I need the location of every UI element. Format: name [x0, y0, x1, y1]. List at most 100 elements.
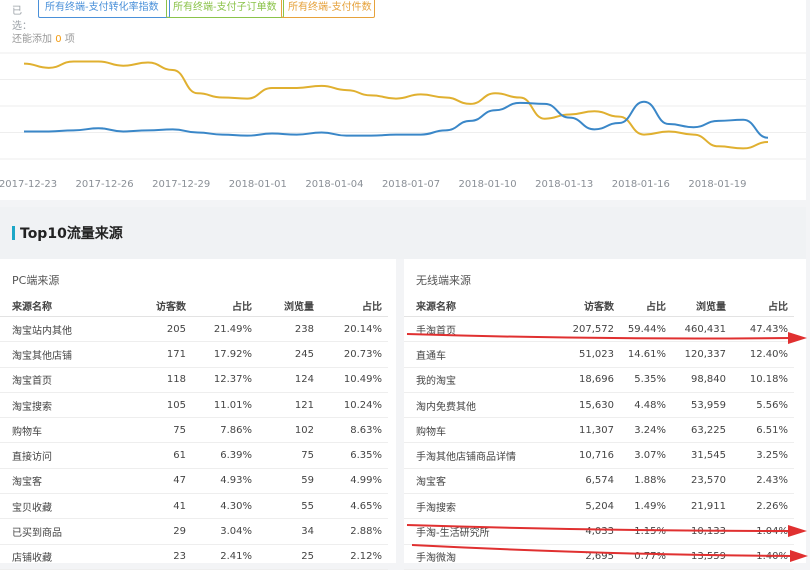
- x-tick-label: 2017-12-26: [76, 179, 134, 190]
- x-tick-label: 2018-01-07: [382, 179, 440, 190]
- table-row[interactable]: 店铺收藏 23 2.41% 25 2.12%: [0, 544, 388, 570]
- value-cell: 61: [130, 442, 192, 469]
- column-header[interactable]: 访客数: [556, 294, 620, 317]
- value-cell: 3.25%: [732, 442, 794, 469]
- column-header[interactable]: 访客数: [130, 294, 192, 317]
- column-header[interactable]: 占比: [192, 294, 258, 317]
- value-cell: 59: [258, 468, 320, 495]
- value-cell: 11.01%: [192, 392, 258, 419]
- value-cell: 41: [130, 493, 192, 520]
- trend-line-chart[interactable]: 2017-12-23 2017-12-26 2017-12-29 2018-01-01…: [0, 45, 806, 195]
- column-header[interactable]: 浏览量: [672, 294, 732, 317]
- section-header: Top10流量来源: [0, 207, 806, 259]
- value-cell: 2.12%: [320, 544, 388, 570]
- pc-panel-title: PC端来源: [12, 274, 60, 287]
- table-row[interactable]: 淘宝客 6,574 1.88% 23,570 2.43%: [404, 468, 794, 495]
- value-cell: 4.30%: [192, 493, 258, 520]
- column-header[interactable]: 来源名称: [0, 294, 130, 317]
- value-cell: 10.18%: [732, 367, 794, 393]
- value-cell: 11,307: [556, 417, 620, 444]
- column-header[interactable]: 占比: [320, 294, 388, 317]
- column-header[interactable]: 来源名称: [404, 294, 556, 317]
- column-header[interactable]: 占比: [620, 294, 672, 317]
- value-cell: 2.43%: [732, 468, 794, 495]
- table-row[interactable]: 购物车 11,307 3.24% 63,225 6.51%: [404, 417, 794, 444]
- table-header-row: 来源名称 访客数 占比 浏览量 占比: [0, 294, 388, 317]
- source-name-cell: 直接访问: [0, 442, 130, 469]
- chart-panel: 已选： 所有终端-支付转化率指数 所有终端-支付子订单数 所有终端-支付件数 还…: [0, 0, 806, 200]
- value-cell: 6,574: [556, 468, 620, 495]
- value-cell: 5,204: [556, 493, 620, 520]
- metric-tag-conversion[interactable]: 所有终端-支付转化率指数: [38, 0, 170, 18]
- column-header[interactable]: 浏览量: [258, 294, 320, 317]
- value-cell: 8.63%: [320, 417, 388, 444]
- table-row[interactable]: 淘宝搜索 105 11.01% 121 10.24%: [0, 392, 388, 419]
- x-tick-label: 2018-01-04: [305, 179, 363, 190]
- value-cell: 10,716: [556, 442, 620, 469]
- value-cell: 75: [258, 442, 320, 469]
- value-cell: 34: [258, 518, 320, 545]
- value-cell: 53,959: [672, 392, 732, 419]
- table-row[interactable]: 手淘其他店铺商品详情 10,716 3.07% 31,545 3.25%: [404, 442, 794, 469]
- hint-prefix: 还能添加: [12, 34, 52, 45]
- selected-label: 已选：: [12, 6, 32, 32]
- metric-tag-suborders[interactable]: 所有终端-支付子订单数: [166, 0, 284, 18]
- value-cell: 1.49%: [620, 493, 672, 520]
- pc-source-panel: PC端来源 来源名称 访客数 占比 浏览量 占比 淘宝站内其他 205 21.49% 238 2…: [0, 259, 396, 570]
- value-cell: 6.51%: [732, 417, 794, 444]
- value-cell: 6.39%: [192, 442, 258, 469]
- source-name-cell: 手淘搜索: [404, 493, 556, 520]
- red-arrow-annotation: [406, 524, 807, 537]
- table-row[interactable]: 已买到商品 29 3.04% 34 2.88%: [0, 518, 388, 545]
- x-tick-label: 2018-01-16: [612, 179, 670, 190]
- red-arrow-annotation: [406, 332, 807, 344]
- value-cell: 171: [130, 341, 192, 368]
- value-cell: 2.26%: [732, 493, 794, 520]
- x-tick-label: 2017-12-29: [152, 179, 210, 190]
- table-row[interactable]: 直接访问 61 6.39% 75 6.35%: [0, 442, 388, 469]
- value-cell: 3.07%: [620, 442, 672, 469]
- source-name-cell: 购物车: [0, 417, 130, 444]
- source-name-cell: 淘内免费其他: [404, 392, 556, 419]
- source-name-cell: 淘宝其他店铺: [0, 341, 130, 368]
- value-cell: 3.24%: [620, 417, 672, 444]
- table-row[interactable]: 淘宝其他店铺 171 17.92% 245 20.73%: [0, 341, 388, 368]
- value-cell: 6.35%: [320, 442, 388, 469]
- value-cell: 75: [130, 417, 192, 444]
- table-row[interactable]: 宝贝收藏 41 4.30% 55 4.65%: [0, 493, 388, 520]
- table-row[interactable]: 购物车 75 7.86% 102 8.63%: [0, 417, 388, 444]
- value-cell: 29: [130, 518, 192, 545]
- metric-tag-pieces[interactable]: 所有终端-支付件数: [281, 0, 375, 18]
- value-cell: 20.14%: [320, 316, 388, 343]
- source-name-cell: 购物车: [404, 417, 556, 444]
- value-cell: 23: [130, 544, 192, 570]
- source-name-cell: 我的淘宝: [404, 367, 556, 393]
- table-row[interactable]: 手淘搜索 5,204 1.49% 21,911 2.26%: [404, 493, 794, 520]
- value-cell: 20.73%: [320, 341, 388, 368]
- source-name-cell: 淘宝首页: [0, 367, 130, 393]
- source-name-cell: 淘宝搜索: [0, 392, 130, 419]
- value-cell: 4.48%: [620, 392, 672, 419]
- value-cell: 4.93%: [192, 468, 258, 495]
- value-cell: 124: [258, 367, 320, 393]
- value-cell: 205: [130, 316, 192, 343]
- hint-count: 0: [55, 34, 62, 45]
- value-cell: 7.86%: [192, 417, 258, 444]
- table-row[interactable]: 我的淘宝 18,696 5.35% 98,840 10.18%: [404, 367, 794, 393]
- value-cell: 238: [258, 316, 320, 343]
- value-cell: 121: [258, 392, 320, 419]
- table-row[interactable]: 淘内免费其他 15,630 4.48% 53,959 5.56%: [404, 392, 794, 419]
- table-row[interactable]: 淘宝站内其他 205 21.49% 238 20.14%: [0, 316, 388, 343]
- value-cell: 21,911: [672, 493, 732, 520]
- value-cell: 15,630: [556, 392, 620, 419]
- column-header[interactable]: 占比: [732, 294, 794, 317]
- table-row[interactable]: 淘宝首页 118 12.37% 124 10.49%: [0, 367, 388, 393]
- source-name-cell: 淘宝站内其他: [0, 316, 130, 343]
- table-row[interactable]: 淘宝客 47 4.93% 59 4.99%: [0, 468, 388, 495]
- value-cell: 4.65%: [320, 493, 388, 520]
- value-cell: 12.37%: [192, 367, 258, 393]
- source-name-cell: 淘宝客: [404, 468, 556, 495]
- x-tick-label: 2018-01-13: [535, 179, 593, 190]
- value-cell: 5.56%: [732, 392, 794, 419]
- section-title: Top10流量来源: [20, 226, 123, 242]
